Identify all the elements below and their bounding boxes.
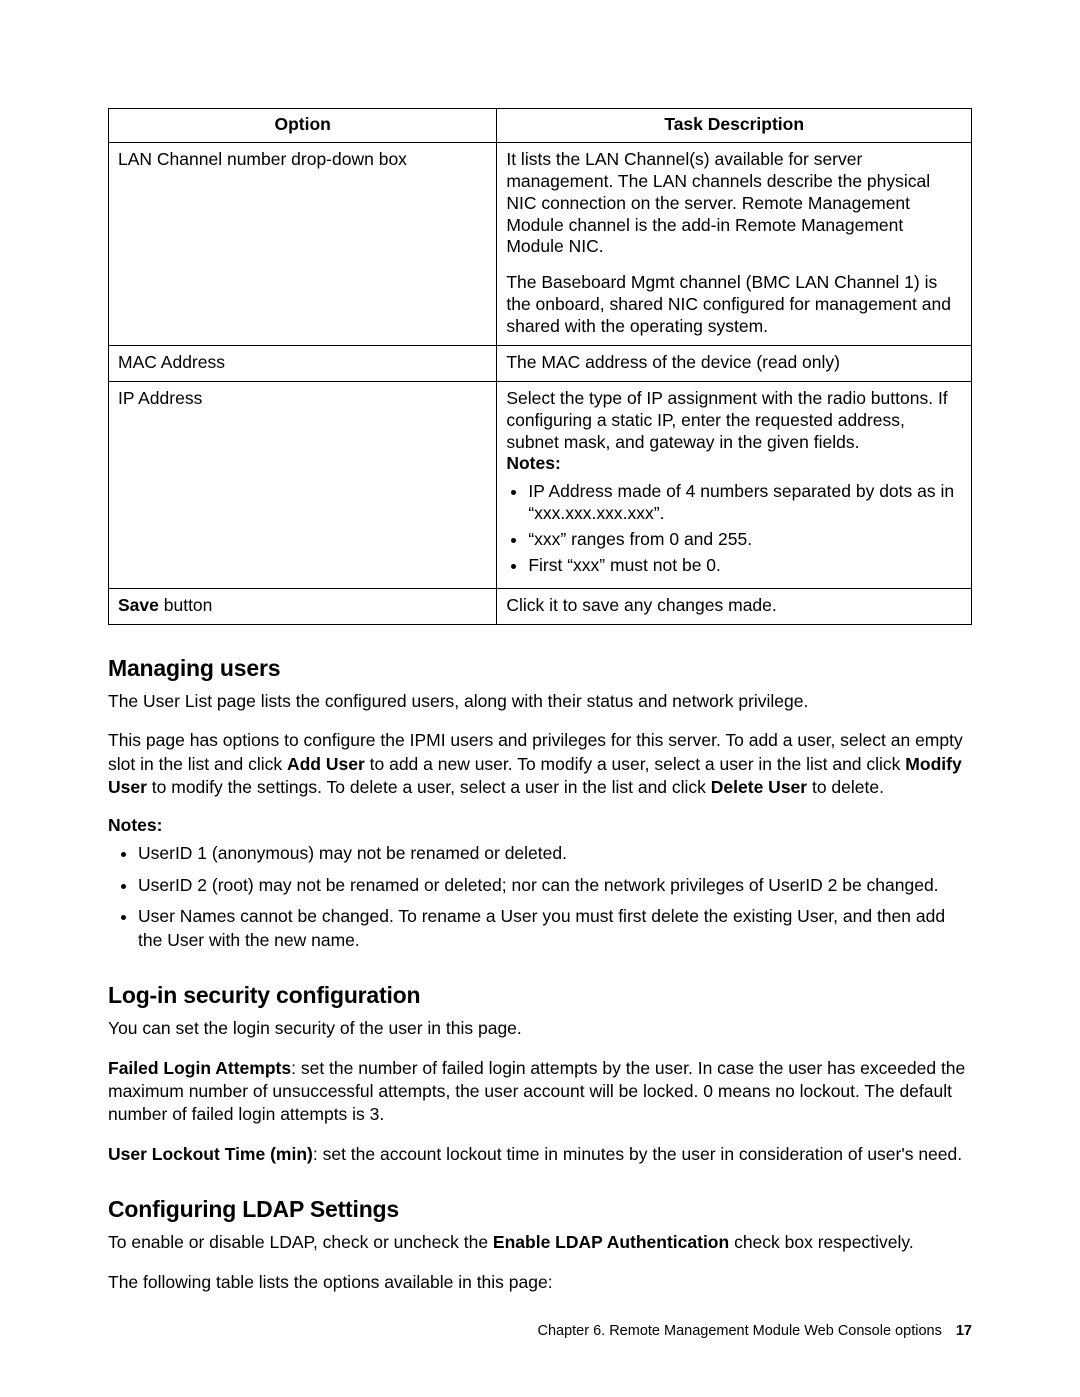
heading-managing-users: Managing users (108, 655, 972, 682)
notes-label: Notes: (506, 453, 560, 473)
paragraph: User Lockout Time (min): set the account… (108, 1143, 972, 1166)
option-cell: Save button (109, 588, 497, 624)
bold-failed-login: Failed Login Attempts (108, 1058, 291, 1078)
footer-page-number: 17 (946, 1323, 972, 1339)
task-cell: Select the type of IP assignment with th… (497, 381, 972, 588)
paragraph: The following table lists the options av… (108, 1271, 972, 1294)
bold-enable-ldap: Enable LDAP Authentication (493, 1232, 729, 1252)
option-cell: LAN Channel number drop-down box (109, 142, 497, 345)
notes-list: UserID 1 (anonymous) may not be renamed … (108, 842, 972, 952)
task-paragraph: It lists the LAN Channel(s) available fo… (506, 149, 962, 258)
notes-label: Notes: (108, 815, 972, 836)
paragraph: The User List page lists the configured … (108, 690, 972, 713)
task-cell: It lists the LAN Channel(s) available fo… (497, 142, 972, 345)
list-item: “xxx” ranges from 0 and 255. (528, 529, 962, 551)
page-footer: Chapter 6. Remote Management Module Web … (108, 1323, 972, 1339)
text-fragment: To enable or disable LDAP, check or unch… (108, 1232, 493, 1252)
list-item: User Names cannot be changed. To rename … (138, 905, 972, 952)
bold-lockout-time: User Lockout Time (min) (108, 1144, 313, 1164)
heading-login-security: Log-in security configuration (108, 982, 972, 1009)
text-fragment: to add a new user. To modify a user, sel… (365, 754, 906, 774)
table-row: IP Address Select the type of IP assignm… (109, 381, 972, 588)
options-table-header-row: Option Task Description (109, 109, 972, 143)
option-rest-part: button (159, 595, 213, 615)
paragraph: Failed Login Attempts: set the number of… (108, 1057, 972, 1127)
table-row: LAN Channel number drop-down box It list… (109, 142, 972, 345)
task-paragraph: Select the type of IP assignment with th… (506, 388, 947, 452)
bold-delete-user: Delete User (711, 777, 807, 797)
footer-chapter: Chapter 6. Remote Management Module Web … (537, 1323, 941, 1339)
option-bold-part: Save (118, 595, 159, 615)
text-fragment: check box respectively. (729, 1232, 913, 1252)
paragraph: To enable or disable LDAP, check or unch… (108, 1231, 972, 1254)
task-cell: The MAC address of the device (read only… (497, 345, 972, 381)
list-item: IP Address made of 4 numbers separated b… (528, 481, 962, 525)
page-container: Option Task Description LAN Channel numb… (0, 0, 1080, 1397)
table-row: MAC Address The MAC address of the devic… (109, 345, 972, 381)
list-item: UserID 1 (anonymous) may not be renamed … (138, 842, 972, 865)
heading-ldap: Configuring LDAP Settings (108, 1196, 972, 1223)
options-table: Option Task Description LAN Channel numb… (108, 108, 972, 625)
column-header-task: Task Description (497, 109, 972, 143)
task-cell: Click it to save any changes made. (497, 588, 972, 624)
bold-add-user: Add User (287, 754, 365, 774)
text-fragment: : set the account lockout time in minute… (313, 1144, 962, 1164)
list-item: UserID 2 (root) may not be renamed or de… (138, 874, 972, 897)
column-header-option: Option (109, 109, 497, 143)
notes-list: IP Address made of 4 numbers separated b… (506, 481, 962, 577)
paragraph: This page has options to configure the I… (108, 729, 972, 799)
option-cell: MAC Address (109, 345, 497, 381)
table-row: Save button Click it to save any changes… (109, 588, 972, 624)
list-item: First “xxx” must not be 0. (528, 555, 962, 577)
text-fragment: to delete. (807, 777, 884, 797)
paragraph: You can set the login security of the us… (108, 1017, 972, 1040)
text-fragment: to modify the settings. To delete a user… (147, 777, 711, 797)
task-paragraph: The Baseboard Mgmt channel (BMC LAN Chan… (506, 272, 962, 338)
option-cell: IP Address (109, 381, 497, 588)
